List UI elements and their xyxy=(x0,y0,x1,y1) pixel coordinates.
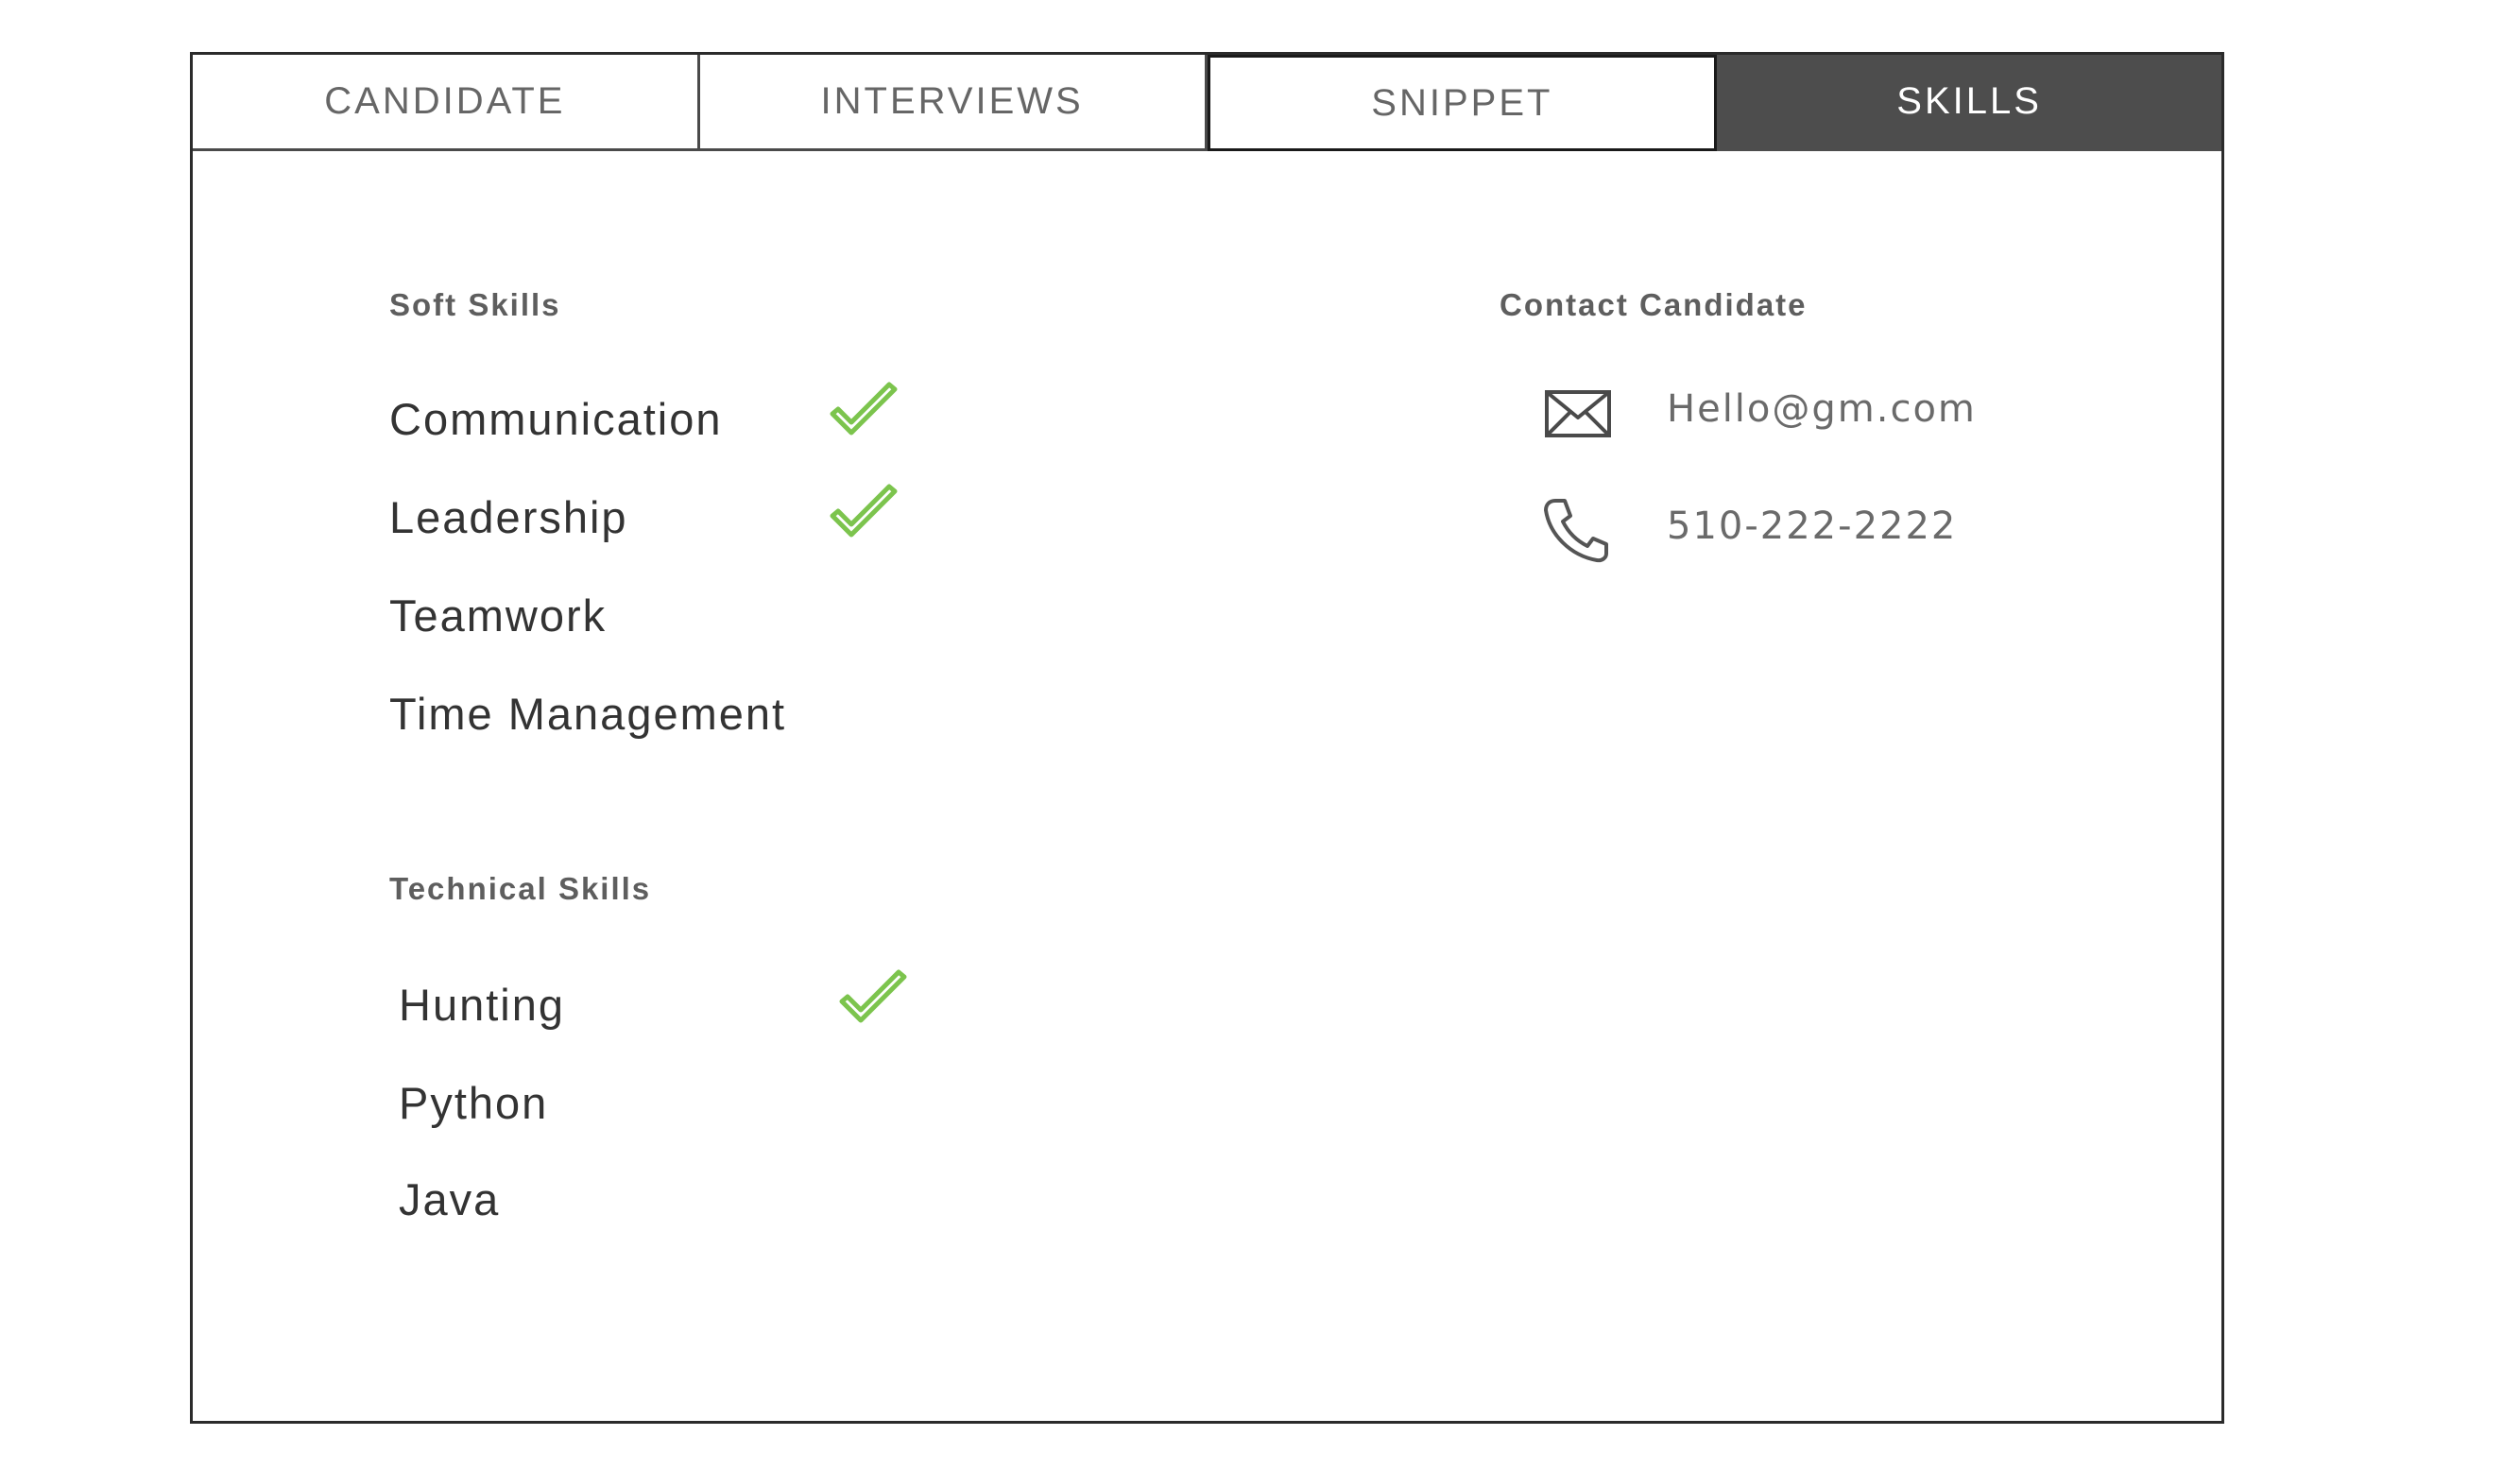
contact-email[interactable]: Hello@gm.com xyxy=(1667,387,1977,431)
candidate-panel: CANDIDATE INTERVIEWS SNIPPET SKILLS Soft… xyxy=(190,52,2224,1424)
tab-skills[interactable]: SKILLS xyxy=(1717,55,2221,151)
skill-java: Java xyxy=(399,1174,501,1224)
skill-teamwork: Teamwork xyxy=(389,590,608,641)
contact-heading: Contact Candidate xyxy=(1500,287,1808,322)
tab-snippet[interactable]: SNIPPET xyxy=(1207,55,1718,151)
technical-skills-heading: Technical Skills xyxy=(389,871,652,906)
check-icon xyxy=(830,484,898,538)
envelope-icon xyxy=(1545,390,1611,437)
skill-hunting: Hunting xyxy=(399,980,565,1030)
skill-leadership: Leadership xyxy=(389,492,628,542)
check-icon xyxy=(839,969,907,1023)
soft-skills-heading: Soft Skills xyxy=(389,287,561,322)
skill-python: Python xyxy=(399,1078,549,1128)
skill-communication: Communication xyxy=(389,394,723,444)
phone-icon xyxy=(1544,499,1608,563)
tab-bar: CANDIDATE INTERVIEWS SNIPPET SKILLS xyxy=(193,55,2221,151)
skill-time-management: Time Management xyxy=(389,689,787,739)
tab-interviews[interactable]: INTERVIEWS xyxy=(699,55,1208,151)
check-icon xyxy=(830,382,898,436)
contact-phone[interactable]: 510-222-2222 xyxy=(1667,504,1957,548)
tab-candidate[interactable]: CANDIDATE xyxy=(193,55,700,151)
